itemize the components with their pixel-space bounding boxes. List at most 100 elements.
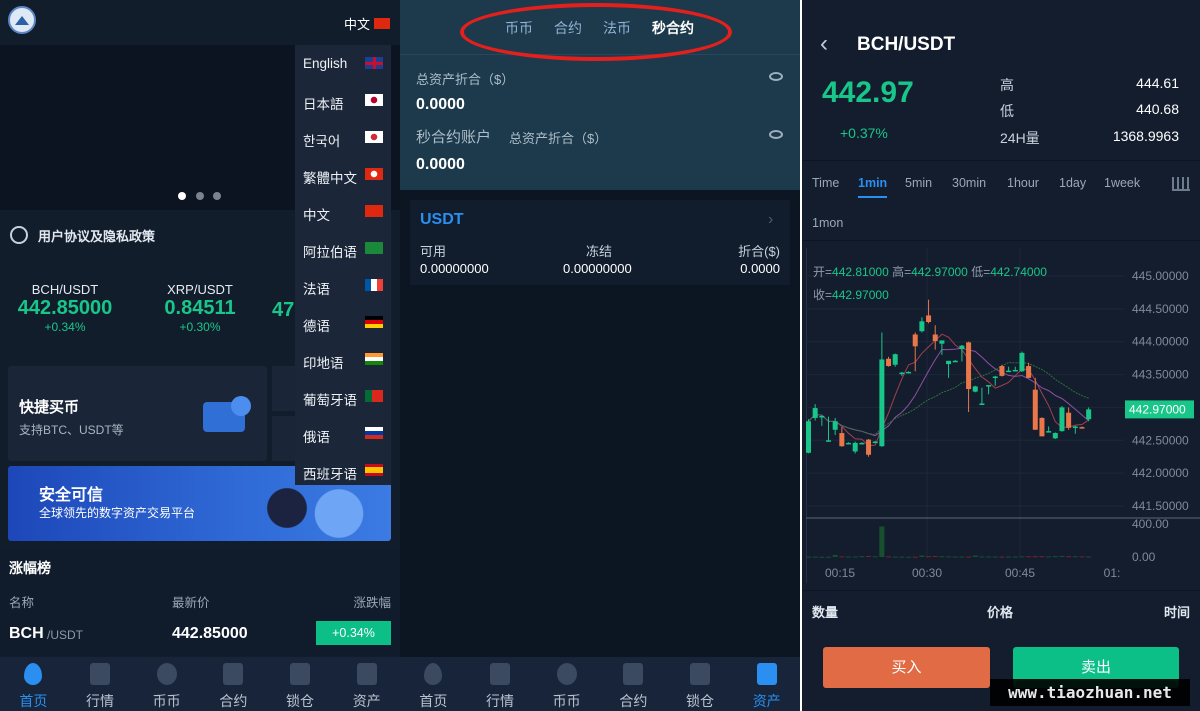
ticker-item[interactable]: BCH/USDT 442.85000 +0.34%	[0, 282, 130, 334]
volume-bar	[806, 556, 811, 558]
back-chevron-icon[interactable]: ‹	[820, 30, 828, 58]
volume-bar	[952, 556, 958, 558]
interval-30min[interactable]: 30min	[952, 176, 986, 190]
eye-icon[interactable]	[769, 130, 783, 139]
usdt-asset-card[interactable]: USDT › 可用 冻结 折合($) 0.00000000 0.00000000…	[410, 200, 790, 285]
language-selector[interactable]: 中文	[344, 14, 391, 33]
document-icon	[223, 663, 244, 685]
quick-buy-card[interactable]: 快捷买币 支持BTC、USDT等	[8, 366, 267, 461]
nav-home[interactable]: 首页	[0, 657, 67, 711]
interval-1day[interactable]: 1day	[1059, 176, 1086, 190]
quick-buy-title: 快捷买币	[19, 399, 80, 416]
volume-bar	[819, 556, 825, 558]
nav-spot[interactable]: 币币	[533, 657, 600, 711]
open-label: 开=	[813, 265, 833, 279]
carousel-dot[interactable]	[213, 192, 221, 200]
volume-bar	[912, 556, 918, 558]
interval-1hour[interactable]: 1hour	[1007, 176, 1039, 190]
x-tick-label: 00:45	[1005, 566, 1035, 580]
nav-lock[interactable]: 锁仓	[267, 657, 334, 711]
indicator-chart-icon[interactable]	[1172, 177, 1190, 191]
ticker-change: +0.34%	[44, 320, 86, 334]
candle-body	[979, 403, 985, 405]
candle-body	[819, 415, 825, 418]
y-tick-label: 442.50000	[1132, 433, 1189, 447]
nav-market[interactable]: 行情	[467, 657, 534, 711]
notice-text: 用户协议及隐私政策	[38, 228, 156, 244]
nav-label: 锁仓	[286, 693, 315, 709]
ticker-item[interactable]: XRP/USDT 0.84511 +0.30%	[135, 282, 265, 334]
nav-lock[interactable]: 锁仓	[667, 657, 734, 711]
language-label: 繁體中文	[303, 171, 357, 186]
ranking-title: 涨幅榜	[9, 560, 51, 576]
carousel-dot[interactable]	[196, 192, 204, 200]
low-value: 442.74000	[990, 265, 1047, 279]
volume-bar	[846, 556, 852, 558]
app-logo[interactable]	[8, 6, 36, 34]
nav-label: 首页	[419, 693, 448, 709]
nav-label: 合约	[619, 693, 648, 709]
nav-contract[interactable]: 合约	[200, 657, 267, 711]
globe-icon	[10, 226, 28, 244]
open-value: 442.81000	[832, 265, 889, 279]
ranking-row[interactable]: BCH /USDT 442.85000 +0.34%	[0, 620, 400, 648]
interval-1week[interactable]: 1week	[1104, 176, 1140, 190]
nav-label: 首页	[19, 693, 48, 709]
bottom-nav: 首页 行情 币币 合约 锁仓 资产	[0, 657, 400, 711]
volume-bar	[1059, 556, 1065, 558]
carousel-dot[interactable]	[178, 192, 186, 200]
nav-assets[interactable]: 资产	[333, 657, 400, 711]
bottom-nav: 首页 行情 币币 合约 锁仓 资产	[400, 657, 800, 711]
lock-document-icon	[290, 663, 311, 685]
interval-time[interactable]: Time	[812, 176, 839, 190]
volume-bar	[886, 556, 892, 558]
uk-flag-icon	[365, 57, 383, 69]
candle-body	[879, 359, 885, 447]
candle-body	[986, 385, 992, 387]
ticker-pair: BCH/USDT	[31, 282, 99, 297]
nav-home[interactable]: 首页	[400, 657, 467, 711]
candle-body	[906, 371, 912, 374]
volume-value: 1368.9963	[1112, 128, 1179, 144]
candle-body	[932, 334, 938, 342]
row-base: BCH	[9, 625, 44, 642]
row-quote: /USDT	[47, 628, 83, 642]
volume-bar	[879, 526, 885, 557]
coin-name: USDT	[420, 211, 464, 228]
interval-1mon[interactable]: 1mon	[812, 216, 843, 230]
exchange-icon	[156, 663, 177, 685]
candle-body	[1086, 409, 1092, 420]
buy-button[interactable]: 买入	[823, 647, 990, 688]
ticker-item[interactable]: 47	[272, 299, 294, 322]
nav-assets[interactable]: 资产	[733, 657, 800, 711]
candle-body	[1059, 407, 1065, 432]
volume-bar	[939, 556, 945, 558]
book-header-amount: 数量	[812, 605, 839, 620]
nav-contract[interactable]: 合约	[600, 657, 667, 711]
y-tick-label: 444.00000	[1132, 335, 1189, 349]
x-tick-label: 01:	[1104, 566, 1121, 580]
volume-label: 24H量	[1000, 130, 1040, 146]
candle-body	[806, 421, 811, 453]
candle-body	[866, 439, 872, 455]
language-label: 法语	[303, 282, 330, 297]
volume-bar	[972, 555, 978, 557]
nav-market[interactable]: 行情	[67, 657, 134, 711]
candle-body	[1066, 412, 1072, 428]
volume-bar	[932, 556, 938, 558]
interval-1min[interactable]: 1min	[858, 176, 888, 198]
available-label: 可用	[420, 244, 447, 259]
nav-spot[interactable]: 币币	[133, 657, 200, 711]
russia-flag-icon	[365, 427, 383, 439]
interval-5min[interactable]: 5min	[905, 176, 932, 190]
flame-icon	[424, 663, 443, 685]
volume-bar	[899, 556, 905, 558]
converted-value: 0.0000	[740, 261, 780, 276]
eye-icon[interactable]	[769, 72, 783, 81]
total-label: 总资产折合（$）	[416, 72, 515, 87]
nav-label: 币币	[552, 693, 581, 709]
language-label: 德语	[303, 319, 330, 334]
y-tick-label: 442.00000	[1132, 466, 1189, 480]
candle-body	[1012, 369, 1018, 372]
ticker-price: 47	[272, 299, 295, 321]
